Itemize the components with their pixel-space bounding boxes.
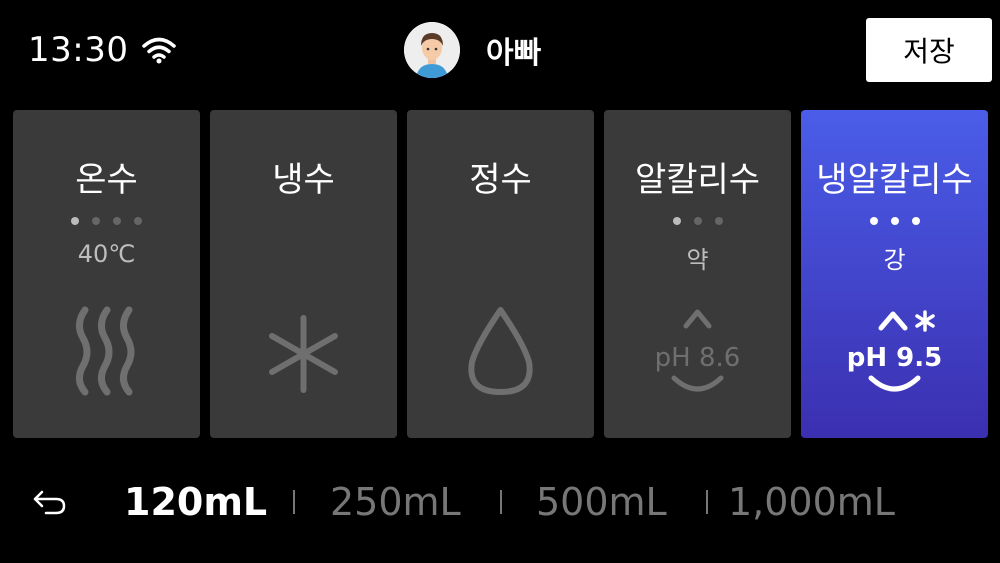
level-dot (693, 217, 702, 225)
level-dot (911, 217, 920, 225)
level-dot (92, 217, 100, 225)
water-drop-icon (468, 307, 533, 395)
level-dot (134, 217, 142, 225)
mode-title: 정수 (469, 160, 532, 200)
ph-icon: pH 8.6 (655, 309, 741, 392)
level-dots (801, 217, 988, 225)
volume-selector: 120mL 250mL 500mL 1,000mL (0, 470, 1000, 540)
save-button[interactable]: 저장 (866, 18, 992, 82)
mode-card-alkaline-water[interactable]: 알칼리수 약 pH 8.6 (604, 110, 791, 438)
mode-card-hot-water[interactable]: 온수 40℃ (13, 110, 200, 438)
temperature-value: 40℃ (77, 240, 136, 268)
mode-card-cold-alkaline-water[interactable]: 냉알칼리수 강 pH 9.5 (801, 110, 988, 438)
wifi-icon (142, 37, 176, 64)
mode-title: 냉알칼리수 (816, 160, 973, 200)
level-dot (869, 217, 878, 225)
mode-title: 냉수 (272, 160, 335, 200)
strength-value: 약 (686, 246, 709, 274)
avatar-icon (404, 22, 460, 78)
level-dot (672, 217, 681, 225)
steam-icon (76, 306, 135, 396)
level-dots (604, 217, 791, 225)
level-dot (714, 217, 723, 225)
volume-option-120ml[interactable]: 120mL (124, 480, 267, 524)
mode-title: 온수 (75, 160, 138, 200)
level-dot (71, 217, 79, 225)
divider (706, 490, 708, 514)
volume-option-250ml[interactable]: 250mL (330, 480, 461, 524)
volume-option-500ml[interactable]: 500mL (536, 480, 667, 524)
clock-time: 13:30 (28, 30, 129, 70)
strength-value: 강 (883, 246, 906, 274)
ph-value: pH 9.5 (847, 343, 942, 373)
snowflake-icon (269, 315, 338, 393)
level-dot (113, 217, 121, 225)
mode-title: 알칼리수 (634, 160, 761, 200)
water-mode-cards: 온수 40℃ 냉수 정수 알칼리수 약 pH 8.6 냉알칼리수 강 pH 9.… (13, 110, 989, 438)
user-name: 아빠 (486, 36, 542, 71)
ph-value: pH 8.6 (655, 343, 741, 373)
level-dot (890, 217, 899, 225)
level-dots (13, 217, 200, 225)
user-profile[interactable]: 아빠 (404, 22, 541, 78)
mode-card-purified-water[interactable]: 정수 (407, 110, 594, 438)
cold-ph-icon: pH 9.5 (847, 310, 942, 392)
volume-option-1000ml[interactable]: 1,000mL (728, 480, 895, 524)
divider (293, 490, 295, 514)
status-bar: 13:30 아빠 저장 (0, 0, 1000, 100)
divider (500, 490, 502, 514)
mode-card-cold-water[interactable]: 냉수 (210, 110, 397, 438)
back-arrow-icon[interactable] (32, 486, 68, 516)
